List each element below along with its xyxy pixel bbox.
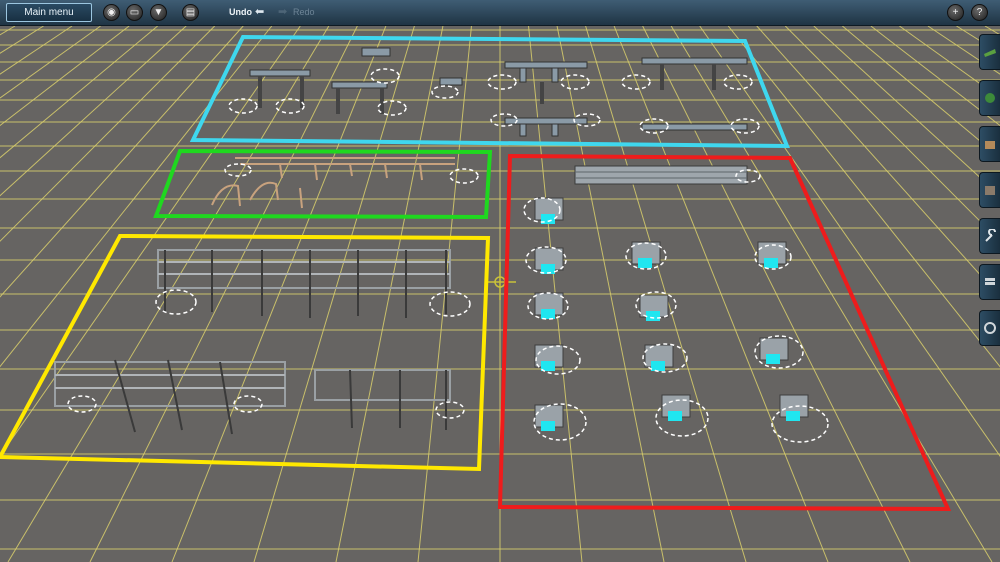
rack-block[interactable] [631, 241, 661, 268]
undo-button[interactable]: Undo [229, 7, 252, 17]
rack-block[interactable] [534, 344, 564, 371]
stack-tool-icon[interactable] [979, 264, 1000, 300]
viewport-3d[interactable] [0, 0, 1000, 562]
redo-button: Redo [293, 7, 315, 17]
rack-block[interactable] [534, 404, 564, 431]
undo-arrow-icon[interactable]: ⬅ [255, 6, 264, 18]
rack-block[interactable] [639, 294, 669, 321]
main-menu-button[interactable]: Main menu [6, 3, 92, 22]
tool-sidebar [978, 26, 1000, 562]
building-tool-icon[interactable] [979, 126, 1000, 162]
rack-block[interactable] [534, 197, 564, 224]
wrench-tool-icon[interactable] [979, 218, 1000, 254]
layers-tool-icon[interactable] [979, 172, 1000, 208]
trash-icon[interactable]: ▭ [126, 4, 143, 21]
filter-icon[interactable]: ▼ [150, 4, 167, 21]
delete-icon[interactable]: ▤ [182, 4, 199, 21]
rack-block[interactable] [779, 394, 809, 421]
pipe-racks[interactable] [574, 165, 748, 185]
add-icon[interactable]: + [947, 4, 964, 21]
rack-block[interactable] [534, 247, 564, 274]
track-tool-icon[interactable] [979, 34, 1000, 70]
settings-tool-icon[interactable] [979, 310, 1000, 346]
redo-arrow-icon: ➡ [278, 6, 288, 18]
rack-block[interactable] [661, 394, 691, 421]
rack-block[interactable] [759, 337, 789, 364]
scenery-tool-icon[interactable] [979, 80, 1000, 116]
help-icon[interactable]: ? [971, 4, 988, 21]
top-toolbar: Main menu ◉ ▭ ▼ ▤ Undo ⬅ ➡ Redo + ? [0, 0, 1000, 26]
camera-icon[interactable]: ◉ [103, 4, 120, 21]
rack-block[interactable] [534, 292, 564, 319]
